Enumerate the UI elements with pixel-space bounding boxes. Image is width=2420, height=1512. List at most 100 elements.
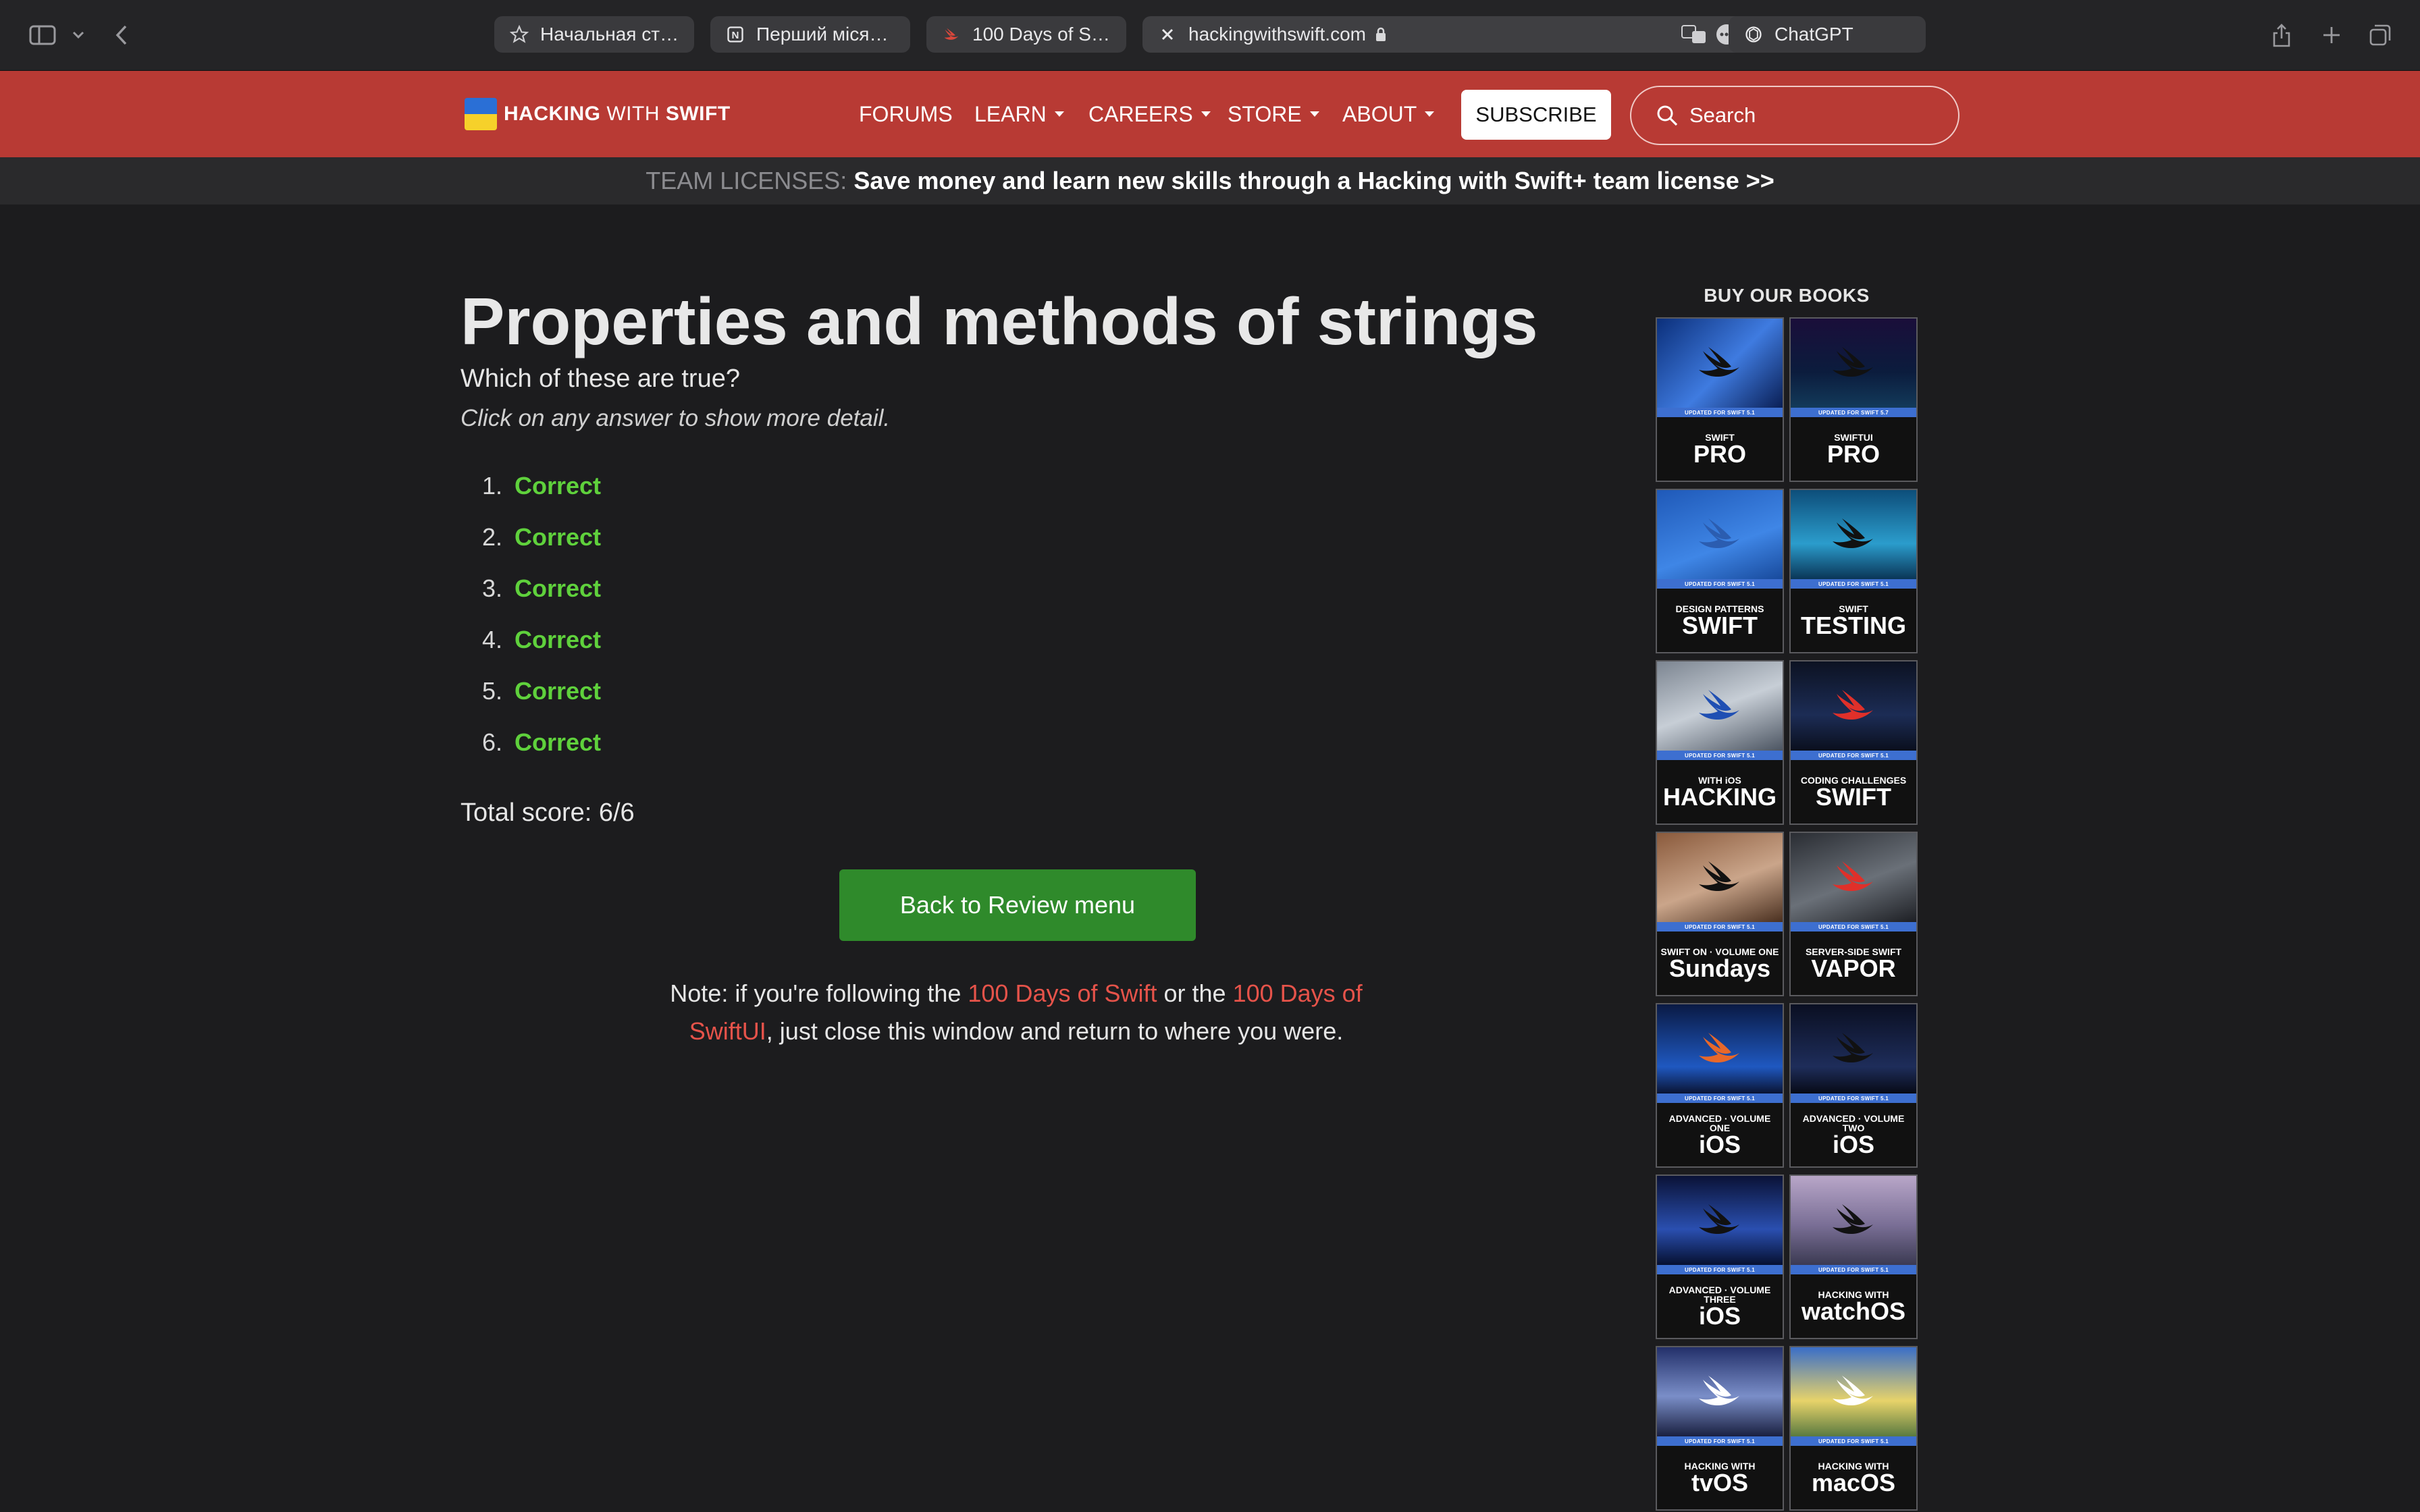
sidebar-toggle-icon[interactable] (24, 19, 61, 51)
book-band: UPDATED FOR SWIFT 5.1 (1791, 1265, 1916, 1274)
answer-result[interactable]: Correct (515, 677, 601, 705)
book-main-title: iOS (1832, 1131, 1874, 1158)
question-text: Which of these are true? (461, 364, 740, 393)
book-cover[interactable]: UPDATED FOR SWIFT 5.1 SWIFT ON · VOLUME O… (1656, 832, 1784, 996)
book-cover[interactable]: UPDATED FOR SWIFT 5.1 ADVANCED · VOLUME O… (1656, 1003, 1784, 1168)
answer-item[interactable]: 6. Correct (473, 717, 601, 768)
note-pre: Note: if you're following the (670, 979, 968, 1007)
book-cover[interactable]: UPDATED FOR SWIFT 5.7 SWIFTUI PRO (1789, 317, 1918, 482)
book-band: UPDATED FOR SWIFT 5.1 (1657, 579, 1783, 589)
search-input[interactable]: Search (1630, 86, 1959, 145)
answer-item[interactable]: 4. Correct (473, 614, 601, 666)
nav-learn[interactable]: LEARN (974, 71, 1064, 157)
book-cover[interactable]: UPDATED FOR SWIFT 5.1 ADVANCED · VOLUME T… (1789, 1003, 1918, 1168)
book-cover[interactable]: UPDATED FOR SWIFT 5.1 SERVER-SIDE SWIFT VA… (1789, 832, 1918, 996)
answer-item[interactable]: 1. Correct (473, 460, 601, 512)
tab-label: Перший місяць... (756, 24, 895, 45)
book-band: UPDATED FOR SWIFT 5.1 (1791, 751, 1916, 760)
nav-store[interactable]: STORE (1228, 71, 1319, 157)
answer-item[interactable]: 2. Correct (473, 512, 601, 563)
book-main-title: iOS (1698, 1131, 1741, 1158)
swift-bird-icon (1699, 1033, 1739, 1063)
answer-result[interactable]: Correct (515, 523, 601, 551)
nav-store-label: STORE (1228, 101, 1302, 126)
book-band: UPDATED FOR SWIFT 5.1 (1791, 922, 1916, 932)
logo-text-swift: SWIFT (665, 103, 731, 125)
answer-number: 4. (481, 626, 502, 653)
book-main-title: tvOS (1691, 1469, 1749, 1496)
close-icon[interactable] (1157, 24, 1178, 45)
book-main-title: watchOS (1801, 1297, 1906, 1325)
answer-item[interactable]: 5. Correct (473, 666, 601, 717)
book-title: SWIFT PRO (1660, 420, 1780, 477)
book-main-title: HACKING (1663, 783, 1777, 811)
book-cover[interactable]: UPDATED FOR SWIFT 5.1 HACKING WITH watchOS (1789, 1174, 1918, 1339)
caret-down-icon (1309, 111, 1319, 117)
answer-result[interactable]: Correct (515, 626, 601, 654)
subscribe-button[interactable]: SUBSCRIBE (1461, 90, 1611, 140)
book-band: UPDATED FOR SWIFT 5.1 (1657, 1094, 1783, 1103)
book-title: SWIFTUI PRO (1793, 420, 1914, 477)
total-score: Total score: 6/6 (461, 799, 635, 827)
book-title: ADVANCED · VOLUME TWO iOS (1793, 1106, 1914, 1162)
swift-bird-icon (1699, 690, 1739, 720)
browser-tab-active[interactable]: hackingwithswift.com (1142, 16, 1753, 53)
swift-bird-icon (1699, 1376, 1739, 1406)
book-band: UPDATED FOR SWIFT 5.1 (1657, 408, 1783, 417)
lock-icon (1374, 26, 1388, 43)
answer-result[interactable]: Correct (515, 472, 601, 500)
answer-item[interactable]: 3. Correct (473, 563, 601, 614)
svg-text:N: N (732, 30, 739, 41)
logo-text-with: WITH (606, 103, 660, 125)
book-main-title: TESTING (1800, 612, 1906, 639)
answer-number: 3. (481, 574, 502, 602)
book-band: UPDATED FOR SWIFT 5.1 (1791, 579, 1916, 589)
book-main-title: VAPOR (1811, 954, 1896, 982)
browser-tab[interactable]: 100 Days of Swi... (926, 16, 1126, 53)
note-mid: or the (1157, 979, 1233, 1007)
book-band: UPDATED FOR SWIFT 5.1 (1791, 1094, 1916, 1103)
nav-careers-label: CAREERS (1088, 101, 1193, 126)
swift-bird-icon (1833, 518, 1873, 549)
book-title: CODING CHALLENGES SWIFT (1793, 763, 1914, 819)
book-cover[interactable]: UPDATED FOR SWIFT 5.1 HACKING WITH tvOS (1656, 1346, 1784, 1511)
site-logo[interactable]: HACKING WITH SWIFT (465, 98, 731, 130)
book-cover[interactable]: UPDATED FOR SWIFT 5.1 SWIFT PRO (1656, 317, 1784, 482)
book-cover[interactable]: UPDATED FOR SWIFT 5.1 HACKING WITH macOS (1789, 1346, 1918, 1511)
nav-about[interactable]: ABOUT (1342, 71, 1435, 157)
link-100-days-of-swift[interactable]: 100 Days of Swift (968, 979, 1157, 1007)
book-main-title: SWIFT (1816, 783, 1891, 811)
team-license-banner[interactable]: TEAM LICENSES: Save money and learn new … (0, 157, 2420, 205)
translate-icon[interactable] (1681, 24, 1707, 45)
star-icon (509, 24, 529, 45)
new-tab-icon[interactable] (2316, 19, 2347, 51)
book-title: HACKING WITH watchOS (1793, 1277, 1914, 1334)
back-arrow-icon[interactable] (108, 19, 135, 51)
book-cover[interactable]: UPDATED FOR SWIFT 5.1 DESIGN PATTERNS SWIF… (1656, 489, 1784, 653)
page-title: Properties and methods of strings (461, 284, 1538, 358)
chevron-down-icon[interactable] (66, 19, 90, 51)
back-to-review-button[interactable]: Back to Review menu (839, 869, 1196, 941)
swift-bird-icon (1833, 1376, 1873, 1406)
banner-message[interactable]: Save money and learn new skills through … (853, 167, 1774, 195)
browser-tab[interactable]: N Перший місяць... (710, 16, 910, 53)
book-title: HACKING WITH macOS (1793, 1449, 1914, 1505)
book-cover[interactable]: UPDATED FOR SWIFT 5.1 WITH iOS HACKING (1656, 660, 1784, 825)
share-icon[interactable] (2266, 19, 2297, 51)
swift-bird-icon (1699, 347, 1739, 377)
answer-result[interactable]: Correct (515, 728, 601, 757)
address-url[interactable]: hackingwithswift.com (1188, 24, 1366, 45)
nav-careers[interactable]: CAREERS (1088, 71, 1211, 157)
nav-forums[interactable]: FORUMS (859, 71, 953, 157)
nav-about-label: ABOUT (1342, 101, 1417, 126)
answer-number: 1. (481, 472, 502, 500)
browser-tab[interactable]: Начальная стра... (494, 16, 694, 53)
browser-tab[interactable]: ChatGPT (1729, 16, 1926, 53)
tab-overview-icon[interactable] (2365, 19, 2396, 51)
book-cover[interactable]: UPDATED FOR SWIFT 5.1 SWIFT TESTING (1789, 489, 1918, 653)
book-cover[interactable]: UPDATED FOR SWIFT 5.1 CODING CHALLENGES SW… (1789, 660, 1918, 825)
answer-result[interactable]: Correct (515, 574, 601, 603)
book-cover[interactable]: UPDATED FOR SWIFT 5.1 ADVANCED · VOLUME T… (1656, 1174, 1784, 1339)
books-heading: BUY OUR BOOKS (1704, 285, 1870, 306)
book-title: ADVANCED · VOLUME ONE iOS (1660, 1106, 1780, 1162)
